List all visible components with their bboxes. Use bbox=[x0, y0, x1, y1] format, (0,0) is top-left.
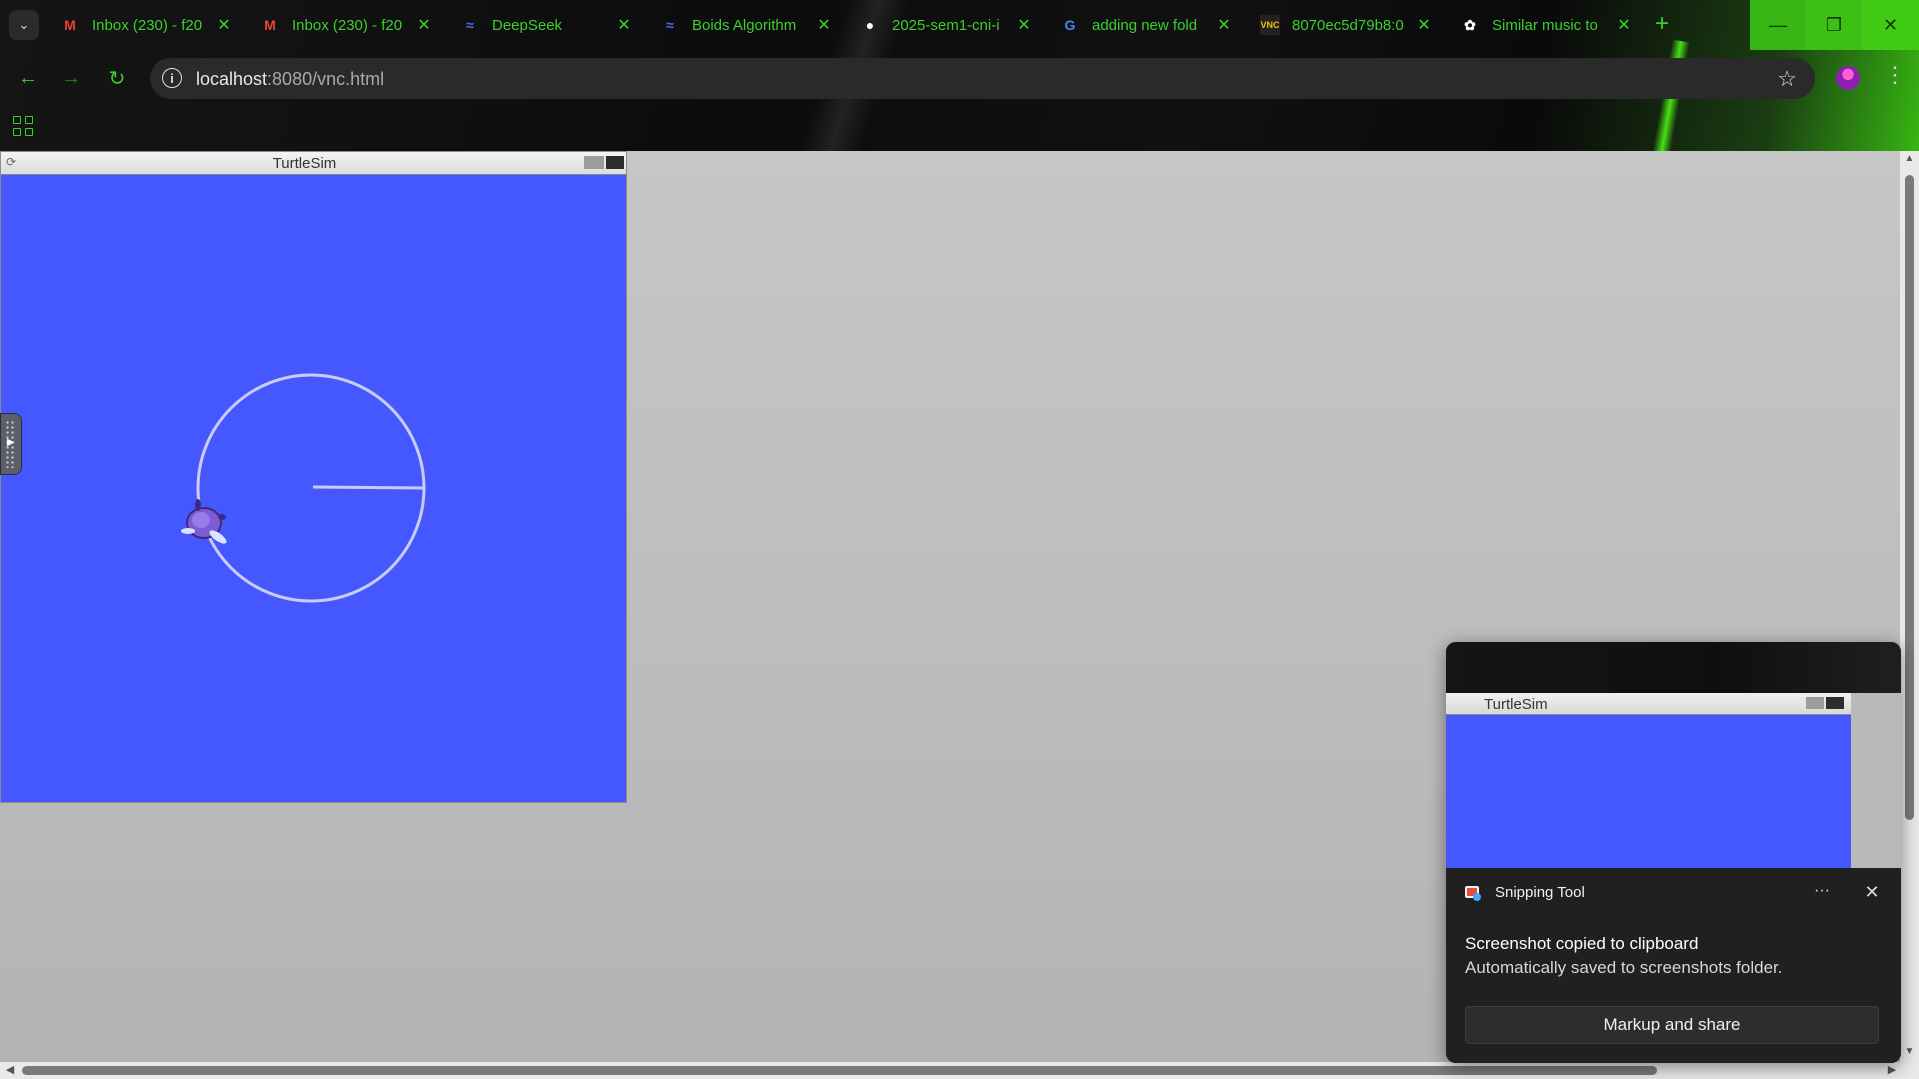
apps-grid-icon[interactable] bbox=[13, 116, 33, 136]
tab-2[interactable]: M Inbox (230) - f20 ✕ bbox=[250, 8, 440, 42]
horizontal-scrollbar[interactable]: ◀ ▶ bbox=[0, 1062, 1919, 1079]
tab-6[interactable]: Gadding new fold ✕ bbox=[1050, 8, 1240, 42]
tab-label: Similar music to bbox=[1492, 16, 1598, 34]
deepseek-icon: ≈ bbox=[466, 17, 474, 33]
tab-label: DeepSeek bbox=[492, 16, 563, 34]
notification-body: Snipping Tool ··· ✕ Screenshot copied to… bbox=[1446, 868, 1901, 1063]
tab-close-icon[interactable]: ✕ bbox=[614, 15, 634, 35]
reload-icon: ↻ bbox=[108, 67, 126, 90]
back-button[interactable]: ← bbox=[14, 64, 42, 92]
close-icon: ✕ bbox=[1882, 14, 1899, 35]
tab-label: adding new fold bbox=[1092, 16, 1198, 34]
vertical-scrollbar[interactable]: ▲ ▼ bbox=[1900, 151, 1919, 1062]
new-tab-button[interactable]: + bbox=[1648, 10, 1676, 38]
snipping-tool-icon bbox=[1465, 886, 1481, 901]
browser-chrome: ⌄ M Inbox (230) - f20 ✕ M Inbox (230) - f20 ✕… bbox=[0, 0, 1919, 151]
preview-button-2 bbox=[1826, 697, 1844, 709]
chevron-down-icon: ⌄ bbox=[18, 17, 30, 32]
turtlesim-window[interactable]: ⟳ TurtleSim bbox=[0, 151, 627, 803]
url-host: localhost bbox=[196, 69, 268, 89]
tab-7[interactable]: VNC 8070ec5d79b8:0 ✕ bbox=[1250, 8, 1440, 42]
address-bar[interactable]: i localhost:8080/vnc.html ☆ bbox=[150, 58, 1815, 99]
window-minimize-button[interactable] bbox=[584, 156, 604, 169]
tab-label: Boids Algorithm bbox=[692, 16, 797, 34]
scroll-up-icon[interactable]: ▲ bbox=[1903, 153, 1916, 164]
vnc-icon: VNC bbox=[1260, 15, 1280, 35]
tab-close-icon[interactable]: ✕ bbox=[214, 15, 234, 35]
scroll-left-icon[interactable]: ◀ bbox=[3, 1062, 17, 1079]
plus-icon: + bbox=[1654, 10, 1669, 37]
turtlesim-title: TurtleSim bbox=[272, 155, 337, 172]
tab-close-icon[interactable]: ✕ bbox=[1014, 15, 1034, 35]
site-info-icon[interactable]: i bbox=[162, 68, 182, 88]
markup-and-share-button[interactable]: Markup and share bbox=[1465, 1006, 1879, 1044]
horizontal-scroll-thumb[interactable] bbox=[22, 1066, 1657, 1075]
scroll-down-icon[interactable]: ▼ bbox=[1903, 1046, 1916, 1057]
url-text[interactable]: localhost:8080/vnc.html bbox=[196, 69, 384, 90]
expand-arrow-icon: ▶ bbox=[7, 437, 15, 448]
preview-button-1 bbox=[1806, 697, 1824, 709]
preview-title: TurtleSim bbox=[1484, 696, 1548, 713]
tab-3[interactable]: ≈ DeepSeek ✕ bbox=[450, 8, 640, 42]
tab-strip: ⌄ M Inbox (230) - f20 ✕ M Inbox (230) - f20 ✕… bbox=[0, 0, 1919, 50]
notification-message: Automatically saved to screenshots folde… bbox=[1465, 958, 1783, 977]
tab-5[interactable]: ● 2025-sem1-cni-i ✕ bbox=[850, 8, 1040, 42]
arrow-right-icon: → bbox=[61, 66, 81, 89]
window-close-button[interactable] bbox=[606, 156, 624, 169]
turtlesim-titlebar[interactable]: ⟳ TurtleSim bbox=[1, 152, 626, 175]
turtlesim-canvas bbox=[1, 175, 626, 802]
bookmark-star-icon[interactable]: ☆ bbox=[1777, 66, 1797, 92]
tab-close-icon[interactable]: ✕ bbox=[814, 15, 834, 35]
gmail-icon: M bbox=[264, 17, 276, 33]
snipping-tool-notification[interactable]: TurtleSim Snipping Tool ··· ✕ Screenshot… bbox=[1446, 642, 1901, 1063]
tab-label: 8070ec5d79b8:0 bbox=[1292, 16, 1404, 34]
tab-8[interactable]: ✿ Similar music to ✕ bbox=[1450, 8, 1640, 42]
notification-app-name: Snipping Tool bbox=[1495, 884, 1585, 901]
gmail-icon: M bbox=[64, 17, 76, 33]
preview-titlebar: TurtleSim bbox=[1446, 693, 1851, 715]
minimize-button[interactable]: — bbox=[1750, 0, 1806, 50]
screenshot-preview-top bbox=[1446, 642, 1901, 693]
tab-close-icon[interactable]: ✕ bbox=[1614, 15, 1634, 35]
deepseek-icon: ≈ bbox=[666, 17, 674, 33]
minimize-icon: — bbox=[1769, 14, 1787, 35]
tab-search-button[interactable]: ⌄ bbox=[9, 10, 39, 40]
browser-menu-icon[interactable]: ⋮ bbox=[1884, 62, 1906, 88]
url-path: :8080/vnc.html bbox=[267, 69, 385, 89]
novnc-control-bar-handle[interactable]: ▶ bbox=[0, 413, 22, 475]
profile-avatar[interactable] bbox=[1836, 66, 1860, 90]
tab-4[interactable]: ≈ Boids Algorithm ✕ bbox=[650, 8, 840, 42]
scroll-right-icon[interactable]: ▶ bbox=[1885, 1062, 1899, 1079]
arrow-left-icon: ← bbox=[18, 66, 38, 89]
turtle-path-line bbox=[312, 485, 425, 490]
tab-close-icon[interactable]: ✕ bbox=[414, 15, 434, 35]
preview-side bbox=[1851, 693, 1901, 868]
tab-close-icon[interactable]: ✕ bbox=[1414, 15, 1434, 35]
tab-label: Inbox (230) - f20 bbox=[92, 16, 203, 34]
github-icon: ● bbox=[865, 17, 875, 33]
chatgpt-icon: ✿ bbox=[1464, 16, 1476, 33]
restore-button[interactable]: ❐ bbox=[1806, 0, 1862, 50]
notification-close-button[interactable]: ✕ bbox=[1858, 878, 1886, 906]
restore-icon: ❐ bbox=[1825, 14, 1843, 35]
tab-close-icon[interactable]: ✕ bbox=[1214, 15, 1234, 35]
screenshot-preview[interactable]: TurtleSim bbox=[1446, 693, 1851, 868]
google-icon: G bbox=[1064, 17, 1076, 33]
more-options-button[interactable]: ··· bbox=[1808, 878, 1836, 906]
tab-label: Inbox (230) - f20 bbox=[292, 16, 403, 34]
close-window-button[interactable]: ✕ bbox=[1862, 0, 1919, 50]
reload-button[interactable]: ↻ bbox=[103, 64, 131, 92]
forward-button[interactable]: → bbox=[57, 64, 85, 92]
vertical-scroll-thumb[interactable] bbox=[1905, 175, 1914, 820]
notification-title: Screenshot copied to clipboard bbox=[1465, 934, 1699, 953]
tab-label: 2025-sem1-cni-i bbox=[892, 16, 1000, 34]
tab-1[interactable]: M Inbox (230) - f20 ✕ bbox=[50, 8, 240, 42]
